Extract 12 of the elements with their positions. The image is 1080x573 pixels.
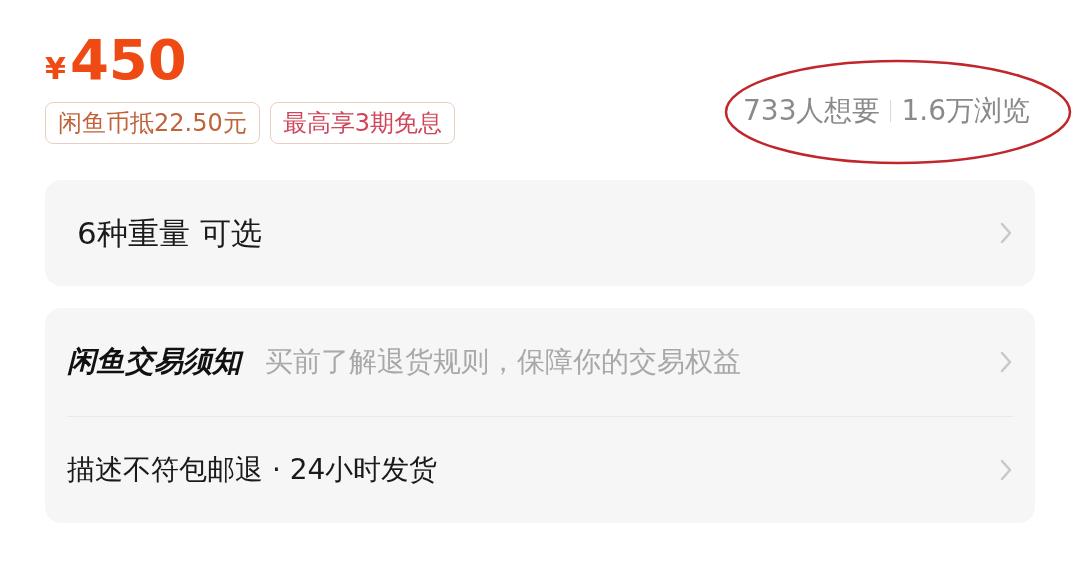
notice-subtitle: 买前了解退货规则，保障你的交易权益	[265, 344, 741, 381]
price: 450	[69, 28, 187, 92]
promo-tag: 闲鱼币抵22.50元	[45, 102, 260, 144]
views-count: 1.6万浏览	[901, 93, 1030, 129]
weight-option-row[interactable]: 6种重量 可选	[45, 180, 1035, 286]
chevron-right-icon	[999, 221, 1013, 245]
shipping-terms: 描述不符包邮退 · 24小时发货	[67, 452, 438, 488]
chevron-right-icon	[999, 458, 1013, 482]
chevron-right-icon	[999, 350, 1013, 374]
promo-tag: 最高享3期免息	[269, 102, 455, 144]
wants-count: 733人想要	[743, 93, 881, 129]
currency-symbol: ¥	[45, 50, 66, 88]
